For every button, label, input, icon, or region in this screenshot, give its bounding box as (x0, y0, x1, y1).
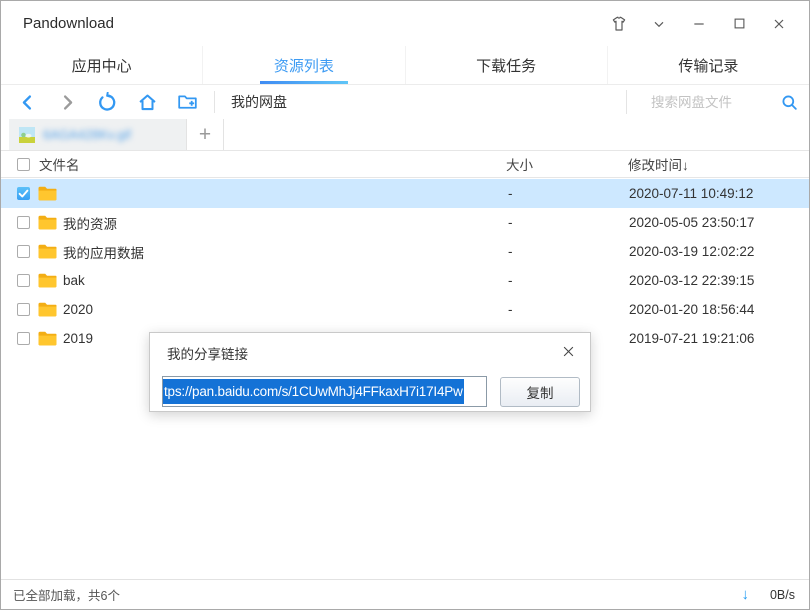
header-size[interactable]: 大小 (506, 154, 533, 174)
back-icon[interactable] (17, 92, 38, 113)
row-checkbox[interactable] (17, 245, 30, 258)
file-size: - (508, 215, 513, 230)
file-name: 2019 (63, 331, 93, 346)
app-window: Pandownload (0, 0, 810, 610)
minimize-icon[interactable] (679, 1, 719, 46)
row-checkbox[interactable] (17, 216, 30, 229)
file-name: bak (63, 273, 85, 288)
file-modified-time: 2020-05-05 23:50:17 (629, 215, 754, 230)
main-tabbar: 应用中心 资源列表 下载任务 传输记录 (1, 46, 809, 85)
search-icon[interactable] (769, 85, 809, 119)
header-filename[interactable]: 文件名 (39, 154, 80, 174)
skin-icon[interactable] (599, 1, 639, 46)
file-modified-time: 2020-03-19 12:02:22 (629, 244, 754, 259)
download-speed-icon: ↓ (742, 586, 750, 603)
file-size: - (508, 186, 513, 201)
dialog-title: 我的分享链接 (167, 343, 248, 363)
file-name: 我的资源 (63, 213, 117, 233)
chevron-down-icon[interactable] (639, 1, 679, 46)
row-checkbox[interactable] (17, 332, 30, 345)
tab-download-tasks[interactable]: 下载任务 (406, 46, 608, 84)
select-all-checkbox[interactable] (17, 158, 30, 171)
image-thumbnail-icon (19, 127, 35, 143)
copy-button[interactable]: 复制 (500, 377, 580, 407)
app-title: Pandownload (23, 15, 114, 32)
folder-icon (38, 273, 57, 288)
home-icon[interactable] (137, 92, 158, 113)
table-header: 文件名 大小 修改时间↓ (1, 151, 809, 178)
new-folder-icon[interactable] (177, 92, 198, 113)
refresh-icon[interactable] (97, 92, 118, 113)
search-divider (626, 90, 627, 114)
file-table-body: - 2020-07-11 10:49:12 我的资源 - 2020-05-05 … (1, 179, 809, 353)
active-tab-underline (260, 81, 348, 84)
file-size: - (508, 302, 513, 317)
close-icon[interactable] (759, 1, 799, 46)
load-status-text: 已全部加载，共6个 (13, 585, 120, 604)
open-file-strip: 6AGA428Kv.gif + (1, 119, 809, 151)
row-checkbox[interactable] (17, 303, 30, 316)
dialog-close-icon[interactable] (556, 339, 580, 363)
folder-icon (38, 244, 57, 259)
titlebar: Pandownload (1, 1, 809, 46)
search-input[interactable] (651, 95, 769, 110)
table-row[interactable]: 2020 - 2020-01-20 18:56:44 (1, 295, 809, 324)
file-modified-time: 2020-03-12 22:39:15 (629, 273, 754, 288)
file-size: - (508, 273, 513, 288)
statusbar: 已全部加载，共6个 ↓ 0B/s (1, 579, 809, 609)
table-row[interactable]: 我的应用数据 - 2020-03-19 12:02:22 (1, 237, 809, 266)
tab-resource-list[interactable]: 资源列表 (203, 46, 405, 84)
open-file-tab[interactable]: 6AGA428Kv.gif (9, 119, 186, 150)
open-file-name: 6AGA428Kv.gif (43, 127, 131, 142)
folder-icon (38, 215, 57, 230)
folder-icon (38, 302, 57, 317)
table-row[interactable]: - 2020-07-11 10:49:12 (1, 179, 809, 208)
file-size: - (508, 244, 513, 259)
sort-desc-icon: ↓ (682, 158, 689, 173)
toolbar-divider (214, 91, 215, 113)
tab-transfer-records[interactable]: 传输记录 (608, 46, 809, 84)
maximize-icon[interactable] (719, 1, 759, 46)
table-row[interactable]: 我的资源 - 2020-05-05 23:50:17 (1, 208, 809, 237)
row-checkbox[interactable] (17, 187, 30, 200)
tab-app-center[interactable]: 应用中心 (1, 46, 203, 84)
share-link-selected-text: tps://pan.baidu.com/s/1CUwMhJj4FFkaxH7i1… (163, 379, 464, 404)
row-checkbox[interactable] (17, 274, 30, 287)
share-link-dialog: 我的分享链接 tps://pan.baidu.com/s/1CUwMhJj4FF… (149, 332, 591, 412)
file-modified-time: 2020-01-20 18:56:44 (629, 302, 754, 317)
forward-icon[interactable] (57, 92, 78, 113)
breadcrumb: 我的网盘 (231, 92, 287, 112)
toolbar: 我的网盘 (1, 85, 809, 119)
file-modified-time: 2020-07-11 10:49:12 (629, 186, 753, 201)
share-link-input[interactable]: tps://pan.baidu.com/s/1CUwMhJj4FFkaxH7i1… (162, 376, 487, 407)
download-speed-value: 0B/s (759, 588, 795, 602)
folder-icon (38, 186, 57, 201)
file-modified-time: 2019-07-21 19:21:06 (629, 331, 754, 346)
file-name: 我的应用数据 (63, 242, 144, 262)
folder-icon (38, 331, 57, 346)
file-name: 2020 (63, 302, 93, 317)
add-tab-button[interactable]: + (186, 119, 224, 150)
table-row[interactable]: bak - 2020-03-12 22:39:15 (1, 266, 809, 295)
header-modified[interactable]: 修改时间↓ (628, 154, 689, 174)
